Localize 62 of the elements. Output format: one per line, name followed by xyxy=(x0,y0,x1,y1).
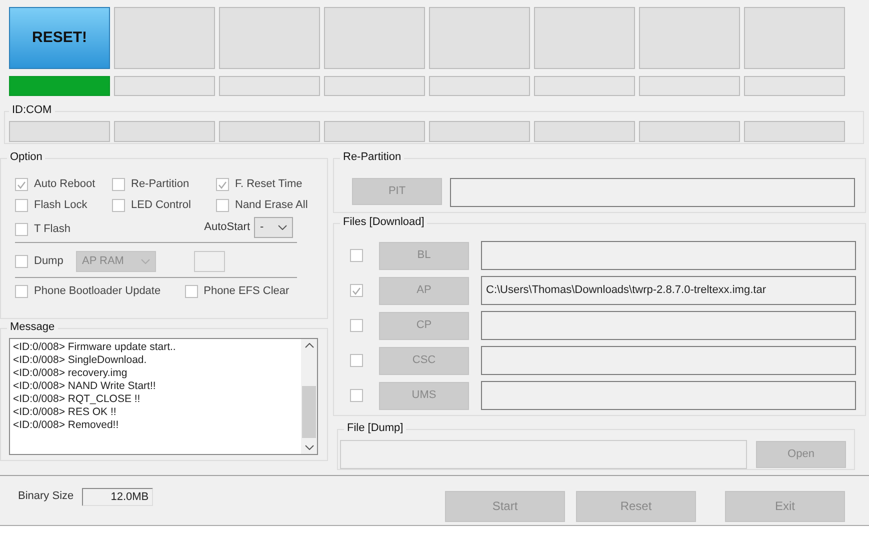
checkbox[interactable] xyxy=(112,178,125,192)
dump-file-field[interactable] xyxy=(340,440,747,469)
dump-type-dropdown[interactable]: AP RAM xyxy=(76,251,156,272)
check-icon xyxy=(218,180,227,189)
dump-field[interactable] xyxy=(194,251,225,272)
file-slot-button[interactable]: CP xyxy=(379,312,469,340)
caret-icon xyxy=(278,225,287,230)
group-title: Option xyxy=(7,151,46,164)
binary-size-label: Binary Size xyxy=(18,490,74,504)
checkbox-label: Phone Bootloader Update xyxy=(34,285,161,299)
reset-status-button[interactable]: RESET! xyxy=(9,7,110,69)
checkbox-label: Re-Partition xyxy=(131,178,190,192)
checkbox-label: Nand Erase All xyxy=(235,199,308,212)
open-button[interactable]: Open xyxy=(756,441,846,468)
checkbox-label: LED Control xyxy=(131,199,191,212)
checkbox[interactable] xyxy=(350,389,363,402)
file-path-field[interactable] xyxy=(481,311,856,340)
file-slot-button[interactable]: UMS xyxy=(379,382,469,410)
checkbox-label: F. Reset Time xyxy=(235,178,302,192)
group-title: Message xyxy=(7,321,58,334)
checkbox[interactable] xyxy=(15,199,28,212)
checkbox[interactable] xyxy=(184,285,198,298)
checkbox[interactable] xyxy=(15,178,28,192)
caret-icon xyxy=(141,259,150,264)
file-path-field[interactable]: C:\Users\Thomas\Downloads\twrp-2.8.7.0-treltexx.img.tar xyxy=(481,276,856,305)
checkbox[interactable] xyxy=(216,178,229,192)
file-slot-button[interactable]: CSC xyxy=(379,346,469,374)
scrollbar[interactable] xyxy=(301,339,317,454)
checkbox[interactable] xyxy=(350,354,363,367)
checkbox-label: Phone EFS Clear xyxy=(204,285,290,299)
binary-size-field: 12.0MB xyxy=(82,488,153,506)
scroll-down-icon[interactable] xyxy=(304,445,314,450)
group-title: File [Dump] xyxy=(344,422,406,436)
file-path-field[interactable] xyxy=(481,241,856,270)
checkbox[interactable] xyxy=(15,255,28,268)
checkbox[interactable] xyxy=(350,284,363,297)
action-button[interactable]: Exit xyxy=(725,491,845,522)
checkbox[interactable] xyxy=(15,222,28,236)
checkbox[interactable] xyxy=(112,199,125,212)
action-button[interactable]: Reset xyxy=(576,491,696,522)
autostart-label: AutoStart xyxy=(204,221,250,234)
pit-button[interactable]: PIT xyxy=(352,178,442,205)
file-slot-button[interactable]: BL xyxy=(379,242,469,270)
check-icon xyxy=(352,286,361,294)
scroll-up-icon[interactable] xyxy=(304,343,314,348)
checkbox-label: Auto Reboot xyxy=(34,178,96,192)
group-title: Files [Download] xyxy=(340,216,428,230)
file-slot-button[interactable]: AP xyxy=(379,276,469,304)
file-path-field[interactable] xyxy=(481,346,856,375)
checkbox[interactable] xyxy=(350,319,363,332)
pit-file-field[interactable] xyxy=(450,178,855,207)
checkbox[interactable] xyxy=(350,249,363,262)
checkbox-label: Dump xyxy=(34,255,64,268)
message-log: <ID:0/008> Firmware update start.. <ID:0/008> SingleDownload. <ID:0/008> recovery.img <ID:0/008> NAND Write Start!! <ID:0/008> RQT_CLOSE !! <ID:0/008> RES OK !! <ID:0/008> Removed!! xyxy=(12,340,177,433)
checkbox[interactable] xyxy=(15,285,28,298)
file-path-field[interactable] xyxy=(481,381,856,410)
checkbox-label: T Flash xyxy=(34,222,70,236)
autostart-dropdown[interactable]: - xyxy=(254,217,293,238)
checkbox[interactable] xyxy=(216,199,229,212)
action-button[interactable]: Start xyxy=(445,491,565,522)
check-icon xyxy=(17,180,26,189)
checkbox-label: Flash Lock xyxy=(34,199,88,212)
